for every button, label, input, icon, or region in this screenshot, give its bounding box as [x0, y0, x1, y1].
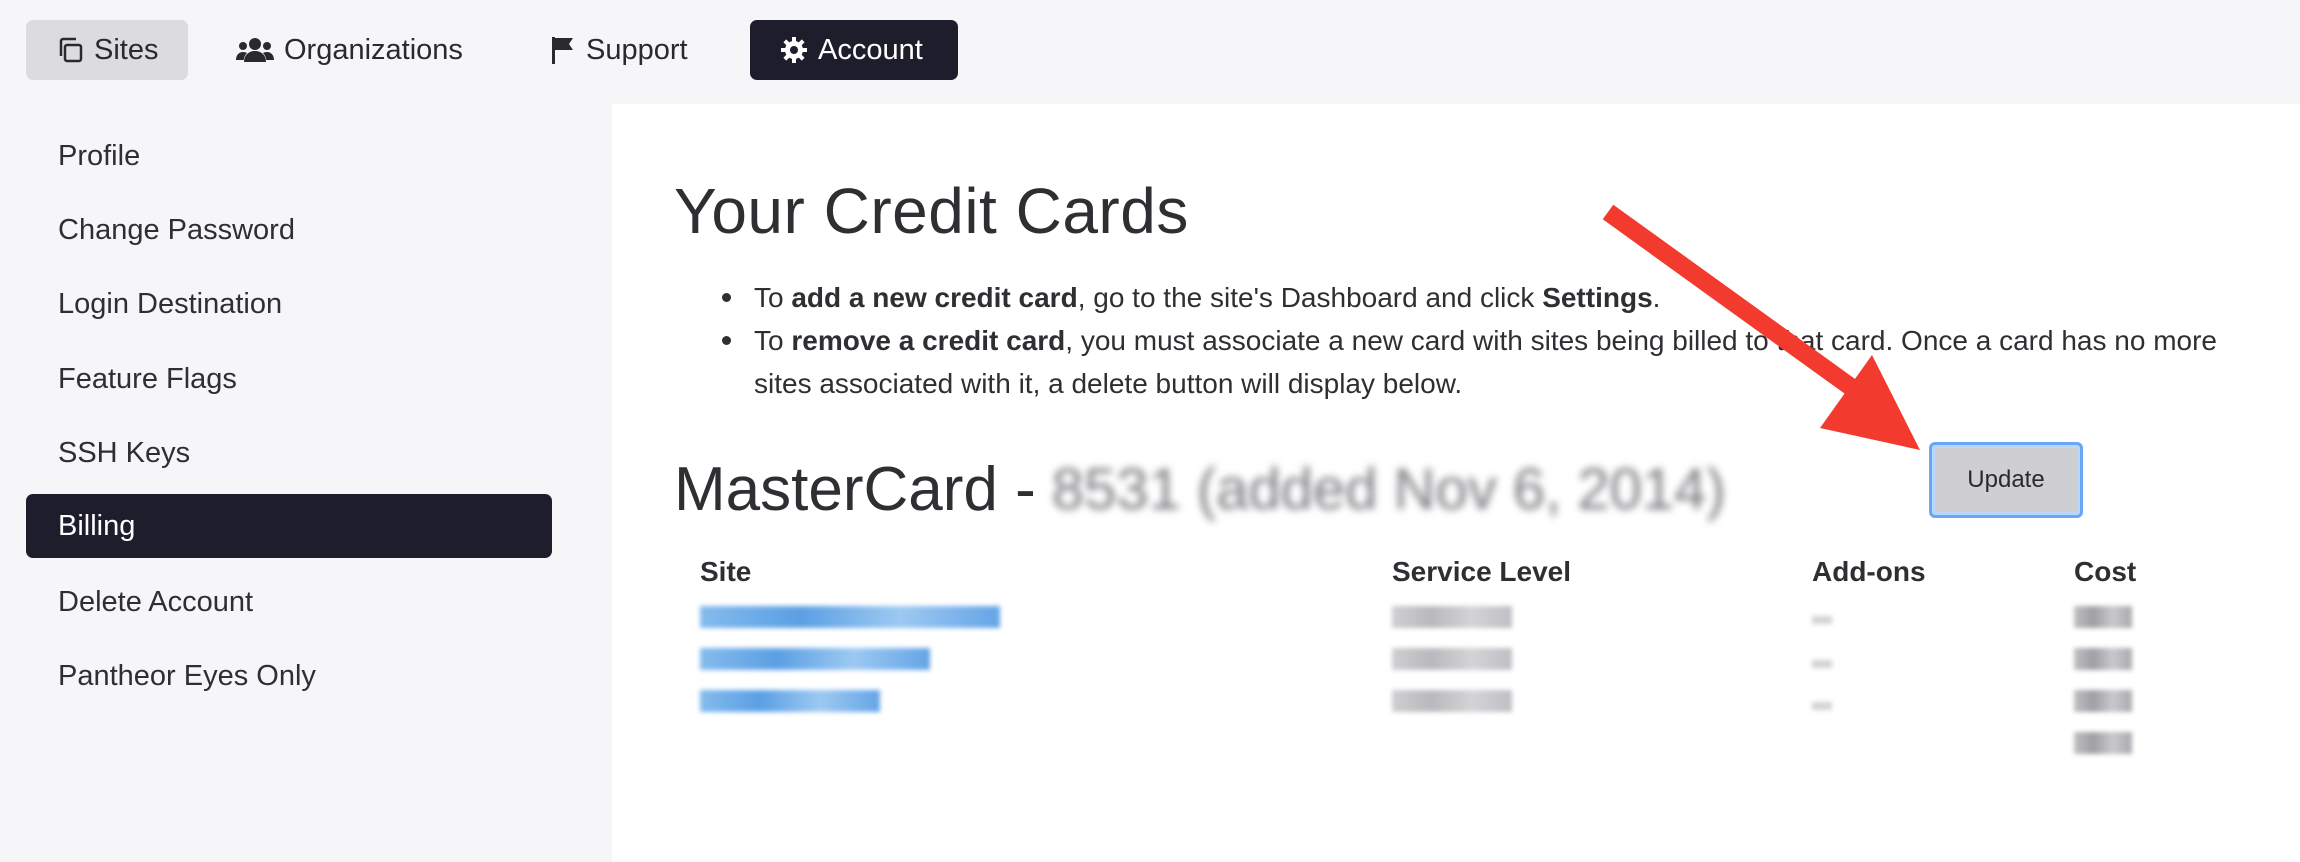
update-card-button[interactable]: Update [1929, 442, 2083, 518]
sidebar-item-billing[interactable]: Billing [26, 494, 552, 558]
nav-organizations-label: Organizations [284, 33, 463, 66]
card-heading: MasterCard - 8531 (added Nov 6, 2014) [674, 454, 1726, 525]
nav-sites-label: Sites [94, 33, 159, 66]
bullet2-text-pre: To [754, 325, 792, 356]
account-sidebar: Profile Change Password Login Destination F… [0, 104, 612, 862]
site-link-redacted[interactable] [700, 606, 1000, 628]
nav-sites-button[interactable]: Sites [26, 20, 188, 80]
nav-account-label: Account [818, 33, 923, 66]
instructions-list: To add a new credit card, go to the site… [674, 276, 2254, 405]
instruction-remove-card: To remove a credit card, you must associ… [674, 319, 2254, 405]
site-link-redacted[interactable] [700, 648, 930, 670]
sidebar-item-change-password[interactable]: Change Password [26, 198, 552, 262]
bullet1-bold-settings: Settings [1542, 282, 1653, 313]
top-navigation: Sites Organizations Support Account [0, 0, 2300, 104]
nav-support-label: Support [586, 33, 688, 66]
nav-organizations-button[interactable]: Organizations [236, 20, 476, 80]
service-level-redacted [1392, 648, 1512, 670]
bullet2-bold-remove: remove a credit card [791, 325, 1066, 356]
cost-redacted [2074, 606, 2132, 628]
instruction-add-card: To add a new credit card, go to the site… [674, 276, 2254, 319]
nav-support-button[interactable]: Support [550, 20, 710, 80]
column-header-service-level: Service Level [1392, 556, 1572, 587]
site-link-redacted[interactable] [700, 690, 880, 712]
addons-redacted [1812, 660, 1832, 668]
bullet1-bold-add: add a new credit card [791, 282, 1078, 313]
cost-redacted [2074, 648, 2132, 670]
bullet1-text-mid: , go to the site's Dashboard and click [1077, 282, 1543, 313]
cost-redacted [2074, 690, 2132, 712]
sidebar-item-ssh-keys[interactable]: SSH Keys [26, 421, 552, 485]
flag-icon [550, 35, 576, 65]
sidebar-item-profile[interactable]: Profile [26, 124, 552, 188]
nav-account-button[interactable]: Account [750, 20, 958, 80]
sidebar-item-delete-account[interactable]: Delete Account [26, 570, 552, 634]
copy-icon [56, 36, 84, 64]
bullet1-text-post: . [1652, 282, 1661, 313]
sidebar-item-login-destination[interactable]: Login Destination [26, 272, 552, 336]
column-header-cost: Cost [2074, 556, 2137, 587]
card-brand: MasterCard - [674, 455, 1036, 524]
total-cost-redacted [2074, 732, 2132, 754]
gear-icon [780, 36, 808, 64]
service-level-redacted [1392, 690, 1512, 712]
bullet1-text-pre: To [754, 282, 792, 313]
service-level-redacted [1392, 606, 1512, 628]
users-icon [236, 36, 274, 64]
addons-redacted [1812, 702, 1832, 710]
column-header-site: Site [700, 556, 752, 587]
card-details-redacted: 8531 (added Nov 6, 2014) [1051, 457, 1726, 522]
column-header-addons: Add-ons [1812, 556, 1926, 587]
page-title: Your Credit Cards [674, 175, 1189, 247]
addons-redacted [1812, 616, 1832, 624]
sidebar-item-feature-flags[interactable]: Feature Flags [26, 347, 552, 411]
main-content: Your Credit Cards To add a new credit ca… [612, 104, 2300, 862]
sidebar-item-pantheor-eyes-only[interactable]: Pantheor Eyes Only [26, 644, 552, 708]
